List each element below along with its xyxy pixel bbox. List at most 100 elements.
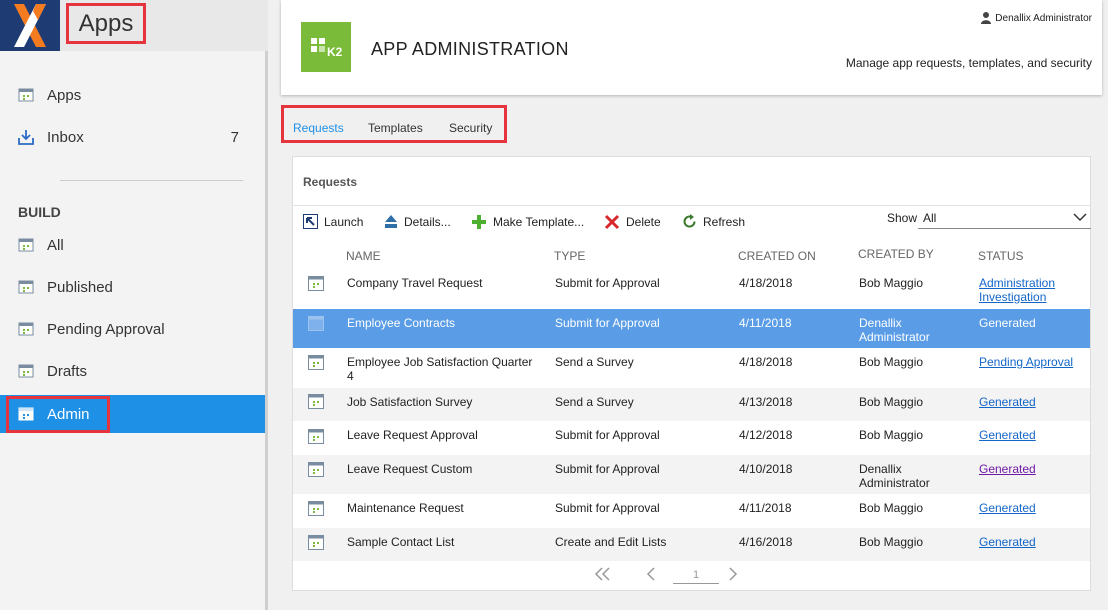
- build-heading: BUILD: [18, 204, 61, 220]
- show-label: Show: [887, 211, 918, 225]
- table-row[interactable]: Leave Request Approval Submit for Approv…: [293, 421, 1090, 455]
- sidebar-item-label: Pending Approval: [47, 320, 165, 338]
- page-number[interactable]: 1: [673, 569, 719, 584]
- cell-created-on: 4/12/2018: [739, 428, 793, 442]
- app-icon: [308, 429, 324, 444]
- app-icon: [18, 238, 34, 252]
- details-label: Details...: [404, 214, 451, 229]
- tab-security[interactable]: Security: [449, 121, 492, 135]
- status-link[interactable]: Generated: [979, 395, 1036, 409]
- make-template-label: Make Template...: [493, 215, 585, 229]
- sidebar-item-all[interactable]: All: [0, 226, 265, 264]
- refresh-button[interactable]: Refresh: [682, 214, 745, 229]
- sidebar-item-label: All: [47, 236, 64, 254]
- table-row[interactable]: Leave Request Custom Submit for Approval…: [293, 455, 1090, 494]
- sidebar-item-published[interactable]: Published: [0, 268, 265, 306]
- column-header-type[interactable]: TYPE: [554, 249, 585, 263]
- pager: 1: [293, 563, 1090, 587]
- cell-created-on: 4/18/2018: [739, 276, 793, 290]
- panel-title: Requests: [303, 175, 358, 189]
- sidebar-item-label: Published: [47, 278, 113, 296]
- panel-divider: [293, 205, 1090, 206]
- cell-name: Leave Request Custom: [347, 462, 473, 476]
- make-template-button[interactable]: Make Template...: [471, 214, 584, 230]
- table-row[interactable]: Company Travel Request Submit for Approv…: [293, 270, 1090, 308]
- admin-highlight: [6, 396, 110, 433]
- status-link[interactable]: Generated: [979, 535, 1036, 549]
- app-logo[interactable]: [0, 0, 60, 51]
- cell-type: Submit for Approval: [555, 276, 660, 290]
- details-button[interactable]: Details...: [384, 214, 451, 229]
- status-link[interactable]: Generated: [979, 501, 1036, 515]
- launch-button[interactable]: Launch: [303, 214, 363, 229]
- delete-icon: [604, 214, 620, 230]
- column-header-created-by[interactable]: CREATED BY: [858, 247, 934, 261]
- app-icon: [18, 280, 34, 294]
- cell-created-on: 4/13/2018: [739, 395, 793, 409]
- tab-requests[interactable]: Requests: [293, 121, 344, 135]
- show-filter-value: All: [923, 210, 937, 225]
- user-menu[interactable]: Denallix Administrator: [981, 12, 1092, 24]
- table-row[interactable]: Job Satisfaction Survey Send a Survey 4/…: [293, 388, 1090, 421]
- cell-name: Sample Contact List: [347, 535, 455, 549]
- app-icon: [308, 276, 324, 291]
- tab-templates[interactable]: Templates: [368, 121, 423, 135]
- cell-created-on: 4/16/2018: [739, 535, 793, 549]
- app-icon: [308, 501, 324, 516]
- cell-status: Generated: [979, 316, 1036, 330]
- delete-label: Delete: [626, 215, 661, 229]
- sidebar-item-inbox[interactable]: Inbox 7: [0, 118, 265, 156]
- table-row[interactable]: Sample Contact List Create and Edit List…: [293, 528, 1090, 561]
- cell-name: Job Satisfaction Survey: [347, 395, 473, 409]
- column-header-created-on[interactable]: CREATED ON: [738, 249, 816, 263]
- cell-name: Employee Contracts: [347, 316, 456, 330]
- inbox-icon: [18, 130, 34, 145]
- cell-created-by: Bob Maggio: [859, 276, 924, 290]
- app-icon: [308, 355, 324, 370]
- page-title: APP ADMINISTRATION: [371, 39, 569, 59]
- cell-name: Company Travel Request: [347, 276, 483, 290]
- app-title-highlight: Apps: [66, 3, 146, 44]
- sidebar-item-drafts[interactable]: Drafts: [0, 352, 265, 390]
- cell-created-on: 4/11/2018: [739, 316, 792, 330]
- header-card: K2 APP ADMINISTRATION Denallix Administr…: [281, 0, 1102, 95]
- show-filter-select[interactable]: All: [918, 207, 1091, 229]
- inbox-count-badge: 7: [230, 128, 239, 146]
- refresh-label: Refresh: [703, 214, 746, 229]
- cell-created-on: 4/10/2018: [739, 462, 793, 476]
- sidebar-header: Apps: [0, 0, 268, 51]
- status-link[interactable]: Generated: [979, 462, 1036, 476]
- cell-created-by: Bob Maggio: [859, 395, 924, 409]
- status-link[interactable]: Pending Approval: [979, 355, 1073, 369]
- app-icon: [308, 316, 324, 331]
- sidebar-item-apps[interactable]: Apps: [0, 76, 265, 114]
- delete-button[interactable]: Delete: [604, 214, 661, 230]
- sidebar-divider: [60, 180, 243, 181]
- sidebar-item-pending-approval[interactable]: Pending Approval: [0, 310, 265, 348]
- sidebar-item-label: Apps: [47, 86, 82, 104]
- cell-name: Employee Job Satisfaction Quarter 4: [347, 355, 533, 383]
- table-row[interactable]: Employee Contracts Submit for Approval 4…: [293, 309, 1090, 348]
- cell-created-on: 4/11/2018: [739, 501, 792, 515]
- app-icon: [18, 322, 34, 336]
- cell-name: Leave Request Approval: [347, 428, 478, 442]
- table-row[interactable]: Maintenance Request Submit for Approval …: [293, 494, 1090, 528]
- table-row[interactable]: Employee Job Satisfaction Quarter 4 Send…: [293, 348, 1090, 388]
- status-link[interactable]: Generated: [979, 428, 1036, 442]
- user-name: Denallix Administrator: [995, 12, 1092, 24]
- sidebar-item-label: Drafts: [47, 362, 88, 380]
- launch-label: Launch: [324, 214, 364, 229]
- status-link[interactable]: Administration Investigation: [979, 276, 1069, 304]
- first-page-icon[interactable]: [593, 566, 613, 582]
- refresh-icon: [683, 214, 696, 228]
- column-header-name[interactable]: NAME: [346, 249, 381, 263]
- column-header-status[interactable]: STATUS: [978, 249, 1024, 263]
- cell-created-by: Bob Maggio: [859, 428, 924, 442]
- user-icon: [981, 12, 992, 24]
- app-title: Apps: [78, 9, 134, 37]
- app-icon: [18, 88, 34, 102]
- app-icon: [18, 364, 34, 378]
- next-page-icon[interactable]: [727, 566, 739, 582]
- app-icon: [308, 394, 324, 409]
- prev-page-icon[interactable]: [645, 566, 657, 582]
